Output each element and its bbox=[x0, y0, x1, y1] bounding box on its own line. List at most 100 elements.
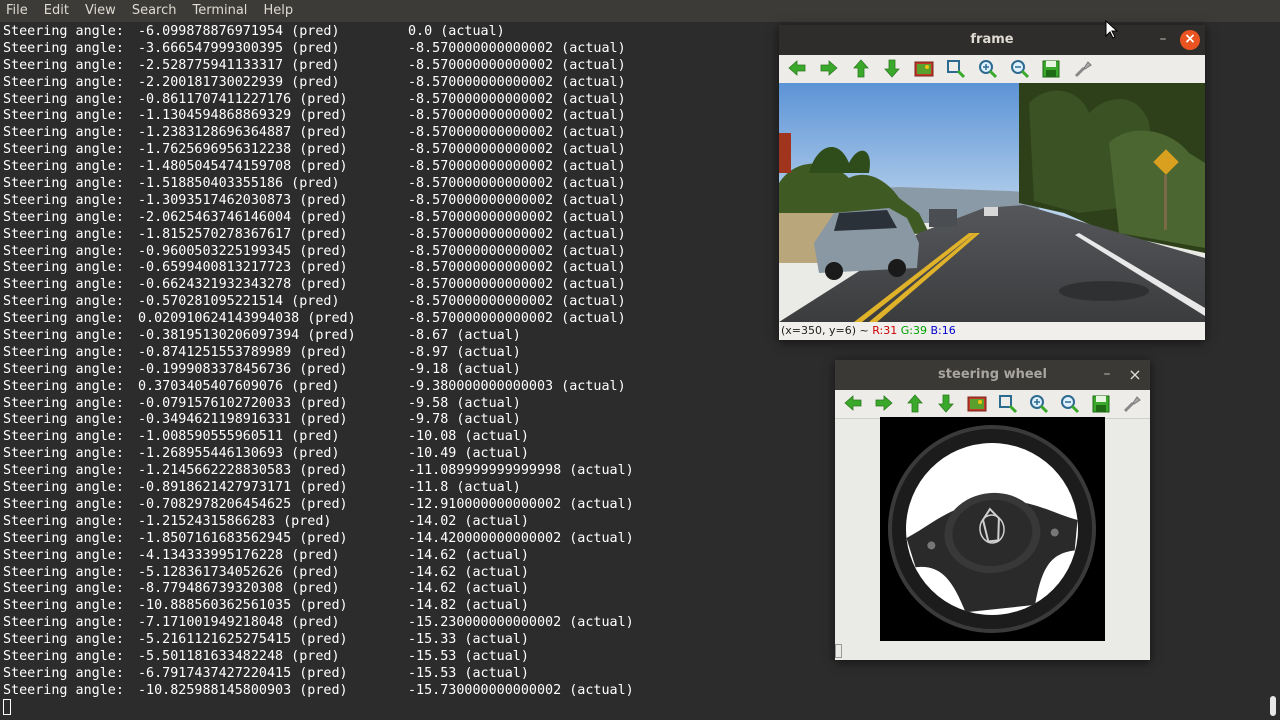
terminal-line: Steering angle: -0.7082978206454625 (pred… bbox=[3, 497, 703, 514]
pred-value: -0.6624321932343278 (pred) bbox=[138, 277, 348, 293]
terminal-line: Steering angle: -0.9600503225199345 (pred… bbox=[3, 244, 703, 261]
window-title: frame bbox=[970, 32, 1014, 47]
line-label: Steering angle: bbox=[3, 125, 124, 141]
actual-value: -9.380000000000003 (actual) bbox=[408, 378, 626, 394]
status-coordinates: (x=350, y=6) ~ bbox=[781, 324, 873, 337]
settings-icon[interactable] bbox=[1119, 391, 1146, 417]
arrow-up-icon[interactable] bbox=[901, 391, 928, 417]
pred-value: 0.020910624143994038 (pred) bbox=[138, 311, 356, 327]
line-label: Steering angle: bbox=[3, 192, 124, 208]
zoom-in-icon[interactable] bbox=[1026, 391, 1053, 417]
arrow-right-icon[interactable] bbox=[815, 56, 843, 82]
pred-value: -1.518850403355186 (pred) bbox=[138, 176, 340, 192]
steering-wheel-window: steering wheel – × bbox=[835, 360, 1150, 660]
settings-icon[interactable] bbox=[1069, 56, 1097, 82]
line-label: Steering angle: bbox=[3, 581, 124, 597]
save-icon[interactable] bbox=[1037, 56, 1065, 82]
pred-value: -1.3093517462030873 (pred) bbox=[138, 192, 348, 208]
terminal-line: Steering angle: -0.3494621198916331 (pred… bbox=[3, 412, 703, 429]
terminal-line: Steering angle: -1.3093517462030873 (pred… bbox=[3, 193, 703, 210]
line-label: Steering angle: bbox=[3, 91, 124, 107]
terminal-line: Steering angle: -0.6624321932343278 (pred… bbox=[3, 277, 703, 294]
pred-value: -1.008590555960511 (pred) bbox=[138, 429, 340, 445]
pred-value: -1.2145662228830583 (pred) bbox=[138, 463, 348, 479]
line-label: Steering angle: bbox=[3, 615, 124, 631]
terminal-line: Steering angle: -0.1999083378456736 (pred… bbox=[3, 362, 703, 379]
terminal-line: Steering angle: -10.888560362561035 (pred… bbox=[3, 598, 703, 615]
menu-help[interactable]: Help bbox=[255, 0, 301, 22]
actual-value: -8.570000000000002 (actual) bbox=[408, 125, 626, 141]
terminal-line: Steering angle: -1.008590555960511 (pred)… bbox=[3, 429, 703, 446]
menu-search[interactable]: Search bbox=[124, 0, 185, 22]
arrow-left-icon[interactable] bbox=[839, 391, 866, 417]
terminal-line: Steering angle: -1.2383128696364887 (pred… bbox=[3, 125, 703, 142]
terminal-line: Steering angle: -0.8611707411227176 (pred… bbox=[3, 92, 703, 109]
actual-value: -11.089999999999998 (actual) bbox=[408, 463, 634, 479]
actual-value: -8.67 (actual) bbox=[408, 328, 521, 344]
pred-value: -0.9600503225199345 (pred) bbox=[138, 243, 348, 259]
terminal-menubar: File Edit View Search Terminal Help bbox=[0, 0, 1280, 22]
zoom-fit-icon[interactable] bbox=[942, 56, 970, 82]
arrow-down-icon[interactable] bbox=[932, 391, 959, 417]
arrow-right-icon[interactable] bbox=[870, 391, 897, 417]
steering-wheel-toolbar bbox=[835, 390, 1150, 419]
line-label: Steering angle: bbox=[3, 142, 124, 158]
save-icon[interactable] bbox=[1088, 391, 1115, 417]
pred-value: -0.8611707411227176 (pred) bbox=[138, 91, 348, 107]
terminal-scrollbar[interactable] bbox=[1270, 696, 1276, 716]
terminal-line: Steering angle: -1.4805045474159708 (pred… bbox=[3, 159, 703, 176]
minimize-button[interactable]: – bbox=[1155, 32, 1171, 48]
line-label: Steering angle: bbox=[3, 648, 124, 664]
arrow-down-icon[interactable] bbox=[878, 56, 906, 82]
minimize-button[interactable]: – bbox=[1099, 367, 1115, 383]
menu-terminal[interactable]: Terminal bbox=[184, 0, 255, 22]
frame-titlebar[interactable]: frame – × bbox=[779, 25, 1205, 55]
actual-value: -8.570000000000002 (actual) bbox=[408, 40, 626, 56]
line-label: Steering angle: bbox=[3, 632, 124, 648]
pred-value: -0.8741251553789989 (pred) bbox=[138, 344, 348, 360]
terminal-line: Steering angle: -6.099878876971954 (pred)… bbox=[3, 24, 703, 41]
zoom-out-icon[interactable] bbox=[1057, 391, 1084, 417]
actual-value: -14.62 (actual) bbox=[408, 581, 529, 597]
resize-handle[interactable] bbox=[835, 644, 842, 658]
line-label: Steering angle: bbox=[3, 260, 124, 276]
terminal-line: Steering angle: -1.518850403355186 (pred)… bbox=[3, 176, 703, 193]
close-button[interactable]: × bbox=[1180, 30, 1200, 50]
menu-edit[interactable]: Edit bbox=[36, 0, 77, 22]
actual-value: -15.730000000000002 (actual) bbox=[408, 682, 634, 698]
line-label: Steering angle: bbox=[3, 176, 124, 192]
terminal-line: Steering angle: -3.666547999300395 (pred)… bbox=[3, 41, 703, 58]
pred-value: -1.268955446130693 (pred) bbox=[138, 446, 340, 462]
terminal-line: Steering angle: -6.7917437427220415 (pred… bbox=[3, 666, 703, 683]
actual-value: -8.570000000000002 (actual) bbox=[408, 176, 626, 192]
pred-value: -1.8152570278367617 (pred) bbox=[138, 226, 348, 242]
terminal-line: Steering angle: -5.2161121625275415 (pred… bbox=[3, 632, 703, 649]
zoom-out-icon[interactable] bbox=[1006, 56, 1034, 82]
line-label: Steering angle: bbox=[3, 378, 124, 394]
pred-value: -0.0791576102720033 (pred) bbox=[138, 395, 348, 411]
frame-toolbar bbox=[779, 55, 1205, 84]
terminal-line: Steering angle: -2.528775941133317 (pred)… bbox=[3, 58, 703, 75]
arrow-left-icon[interactable] bbox=[783, 56, 811, 82]
pred-value: -10.888560362561035 (pred) bbox=[138, 598, 348, 614]
steering-wheel-titlebar[interactable]: steering wheel – × bbox=[835, 360, 1150, 390]
arrow-up-icon[interactable] bbox=[847, 56, 875, 82]
terminal-line: Steering angle: -8.779486739320308 (pred)… bbox=[3, 581, 703, 598]
actual-value: -8.570000000000002 (actual) bbox=[408, 74, 626, 90]
line-label: Steering angle: bbox=[3, 412, 124, 428]
actual-value: 0.0 (actual) bbox=[408, 24, 505, 39]
zoom-fit-icon[interactable] bbox=[994, 391, 1021, 417]
actual-value: -12.910000000000002 (actual) bbox=[408, 496, 634, 512]
line-label: Steering angle: bbox=[3, 530, 124, 546]
menu-view[interactable]: View bbox=[77, 0, 124, 22]
zoom-in-icon[interactable] bbox=[974, 56, 1002, 82]
image-icon[interactable] bbox=[910, 56, 938, 82]
actual-value: -9.78 (actual) bbox=[408, 412, 521, 428]
image-icon[interactable] bbox=[963, 391, 990, 417]
line-label: Steering angle: bbox=[3, 463, 124, 479]
terminal-line: Steering angle: -5.128361734052626 (pred)… bbox=[3, 565, 703, 582]
menu-file[interactable]: File bbox=[0, 0, 36, 22]
close-button[interactable]: × bbox=[1125, 365, 1145, 385]
terminal-line: Steering angle: -5.501181633482248 (pred)… bbox=[3, 649, 703, 666]
terminal-line: Steering angle: -0.8741251553789989 (pred… bbox=[3, 345, 703, 362]
